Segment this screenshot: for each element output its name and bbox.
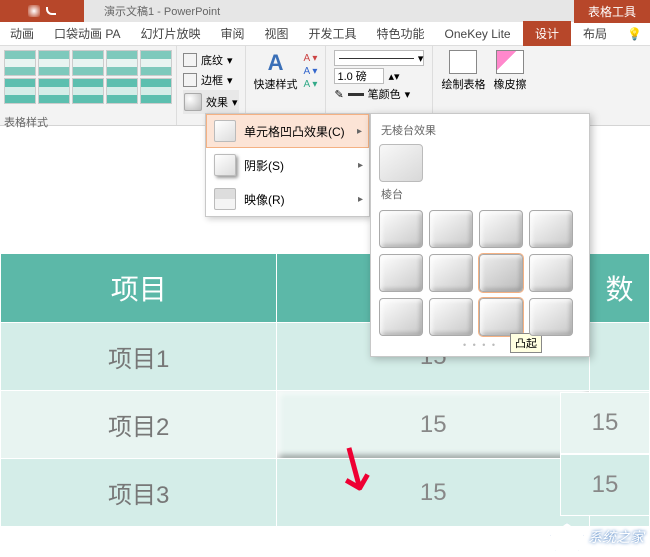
table-cell[interactable]: 15: [560, 392, 650, 454]
tab-layout[interactable]: 布局: [571, 21, 619, 46]
tab-slideshow[interactable]: 幻灯片放映: [130, 21, 210, 46]
pen-style-dropdown[interactable]: ▾: [334, 50, 424, 66]
cell-bevel-menu-item[interactable]: 单元格凹凸效果(C) ▸: [206, 114, 369, 148]
bevel-option-selected[interactable]: [479, 254, 523, 292]
tab-special[interactable]: 特色功能: [367, 21, 435, 46]
bevel-icon: [214, 120, 236, 142]
quick-access-toolbar[interactable]: [0, 0, 84, 22]
house-icon: [550, 523, 584, 551]
bevel-option[interactable]: [379, 210, 423, 248]
bevel-option[interactable]: [529, 210, 573, 248]
menu-drag-handle[interactable]: • • • •: [377, 340, 583, 350]
watermark: 系统之家: [550, 523, 644, 551]
pen-icon: ✎: [334, 88, 343, 101]
submenu-arrow-icon: ▸: [357, 126, 362, 137]
bevel-option-hover[interactable]: 凸起: [479, 298, 523, 336]
stepper-icon[interactable]: ▴▾: [388, 70, 399, 83]
shading-button[interactable]: 底纹 ▾: [183, 50, 239, 70]
wordart-fill-outline[interactable]: A ▾ A ▾ A ▾: [304, 53, 318, 90]
bevel-option[interactable]: [429, 298, 473, 336]
reflection-menu-item[interactable]: 映像(R) ▸: [206, 182, 369, 216]
table-header[interactable]: 数: [590, 254, 650, 323]
undo-icon[interactable]: [46, 7, 56, 15]
bevel-option[interactable]: [529, 254, 573, 292]
bucket-icon: [183, 53, 197, 67]
tab-onekey[interactable]: OneKey Lite: [435, 23, 521, 45]
effects-dropdown-menu: 单元格凹凸效果(C) ▸ 阴影(S) ▸ 映像(R) ▸: [205, 113, 370, 217]
bevel-option[interactable]: [429, 210, 473, 248]
wordart-a-icon[interactable]: A: [254, 50, 298, 76]
effects-icon: [184, 93, 202, 111]
table-cell[interactable]: 项目1: [1, 323, 277, 391]
effects-button[interactable]: 效果 ▾: [183, 90, 239, 114]
reflection-icon: [214, 188, 236, 210]
tab-review[interactable]: 审阅: [210, 21, 254, 46]
tell-me-icon[interactable]: 💡: [619, 23, 650, 45]
save-icon[interactable]: [28, 5, 40, 17]
table-row: 项目3 15 15: [1, 459, 650, 527]
table-cell[interactable]: 项目3: [1, 459, 277, 527]
submenu-arrow-icon: ▸: [358, 160, 363, 171]
title-bar: 演示文稿1 - PowerPoint 表格工具: [0, 0, 650, 22]
watermark-text: 系统之家: [588, 527, 644, 547]
draw-table-button[interactable]: 绘制表格: [441, 50, 485, 121]
table-cell[interactable]: 15: [560, 454, 650, 516]
quick-style-button[interactable]: 快速样式: [254, 76, 298, 92]
no-bevel-option[interactable]: [379, 144, 423, 182]
ribbon-tabs: 动画 口袋动画 PA 幻灯片放映 审阅 视图 开发工具 特色功能 OneKey …: [0, 22, 650, 46]
tab-developer[interactable]: 开发工具: [299, 21, 367, 46]
bevel-option[interactable]: [529, 298, 573, 336]
bevel-option[interactable]: [479, 210, 523, 248]
table-header[interactable]: 项目: [1, 254, 277, 323]
bevel-submenu: 无棱台效果 棱台 凸起 • • • •: [370, 113, 590, 357]
shadow-menu-item[interactable]: 阴影(S) ▸: [206, 148, 369, 182]
table-cell[interactable]: 项目2: [1, 391, 277, 459]
context-tab-table-tools: 表格工具: [574, 0, 650, 23]
table-row: 项目2 15 15: [1, 391, 650, 459]
table-style-gallery[interactable]: [0, 46, 176, 108]
table-styles-label: 表格样式: [0, 108, 176, 130]
bevel-option[interactable]: [379, 298, 423, 336]
bevel-section-title: 棱台: [377, 184, 583, 206]
eraser-icon: [496, 50, 524, 74]
tab-pocket-anim[interactable]: 口袋动画 PA: [44, 21, 130, 46]
submenu-arrow-icon: ▸: [358, 194, 363, 205]
bevel-option[interactable]: [379, 254, 423, 292]
border-icon: [183, 73, 197, 87]
table-cell[interactable]: [590, 323, 650, 391]
tab-view[interactable]: 视图: [255, 21, 299, 46]
window-title: 演示文稿1 - PowerPoint: [84, 3, 574, 19]
pen-weight-input[interactable]: [334, 68, 384, 84]
bevel-tooltip: 凸起: [510, 333, 542, 353]
eraser-button[interactable]: 橡皮擦: [493, 50, 526, 121]
table-cell[interactable]: 15: [277, 459, 590, 527]
bevel-option[interactable]: [429, 254, 473, 292]
pen-color-button[interactable]: ✎笔颜色 ▾: [334, 86, 424, 102]
border-button[interactable]: 边框 ▾: [183, 70, 239, 90]
tab-animation[interactable]: 动画: [0, 21, 44, 46]
table-cell-beveled[interactable]: 15: [277, 391, 590, 459]
no-bevel-section-title: 无棱台效果: [377, 120, 583, 142]
draw-table-icon: [449, 50, 477, 74]
shadow-icon: [214, 154, 236, 176]
tab-design[interactable]: 设计: [523, 21, 571, 46]
